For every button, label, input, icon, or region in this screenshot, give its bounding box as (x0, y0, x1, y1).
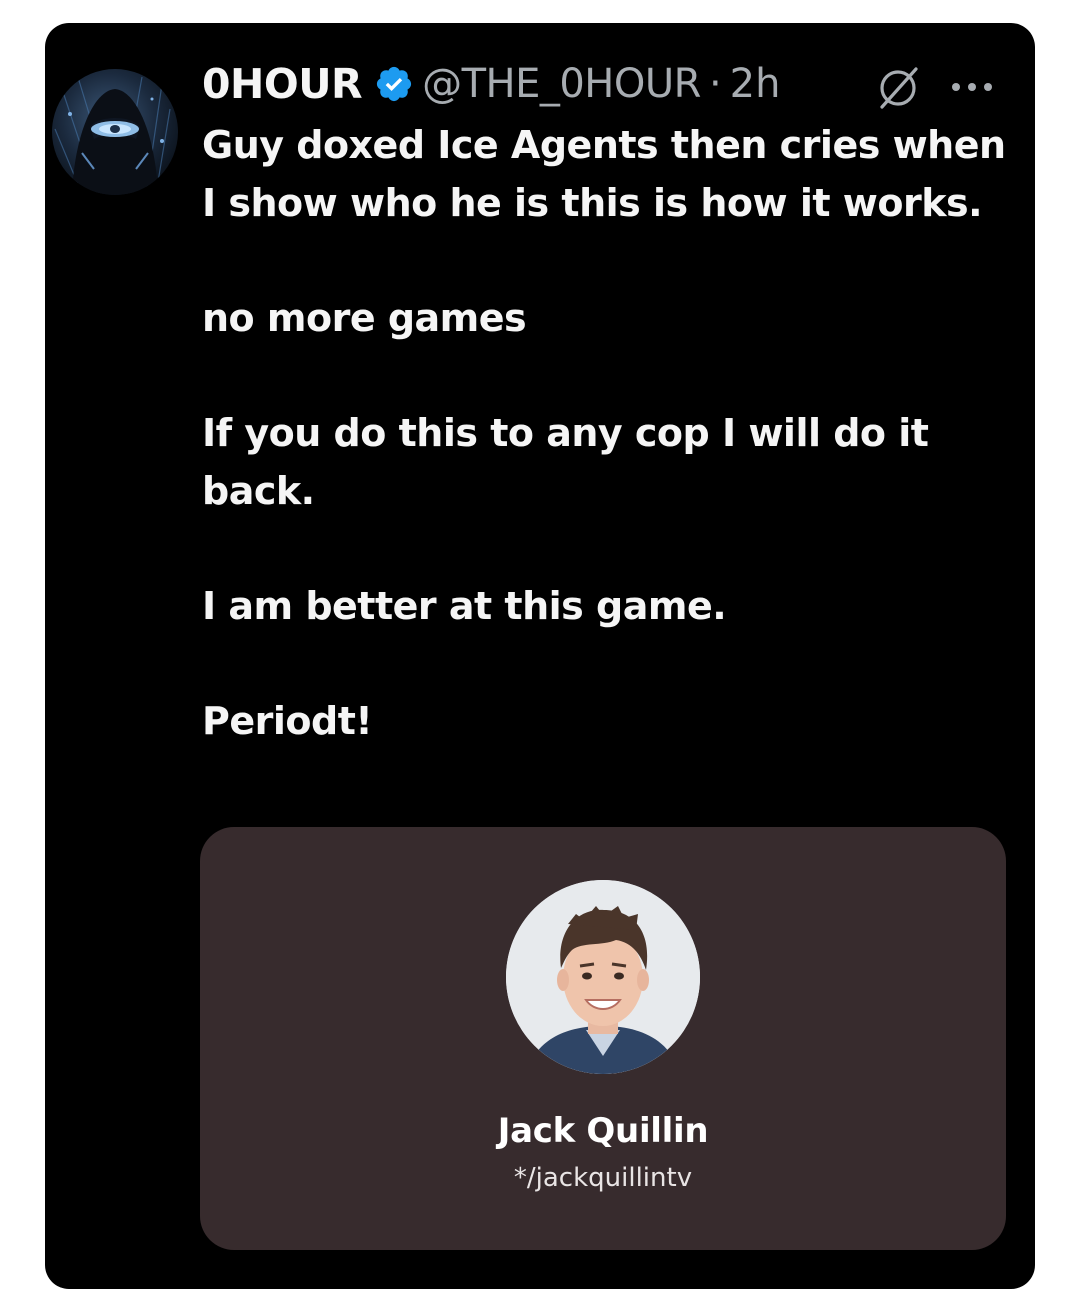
author-avatar[interactable] (52, 69, 178, 195)
tweet-paragraph: I am better at this game. (202, 584, 727, 628)
tweet-card: 0HOUR @THE_0HOUR · 2h Guy doxed Ice Agen… (45, 23, 1035, 1289)
hooded-figure-image (54, 73, 171, 195)
author-handle[interactable]: @THE_0HOUR (422, 61, 701, 107)
tweet-paragraph: If you do this to any cop I will do it b… (202, 411, 929, 513)
post-timestamp[interactable]: 2h (730, 61, 781, 107)
profile-photo (506, 880, 700, 1074)
grok-icon[interactable] (872, 64, 924, 110)
tweet-paragraph: Guy doxed Ice Agents then cries when I s… (202, 123, 1006, 225)
verified-badge-icon (374, 64, 414, 104)
author-display-name[interactable]: 0HOUR (202, 60, 363, 108)
separator-dot: · (708, 61, 722, 107)
profile-link[interactable]: */jackquillintv (200, 1163, 1006, 1193)
tweet-paragraph: no more games (202, 296, 527, 340)
more-options-icon[interactable] (942, 65, 1002, 109)
profile-name: Jack Quillin (497, 1111, 709, 1151)
tweet-header: 0HOUR @THE_0HOUR · 2h (202, 57, 1022, 111)
action-bar-edge (45, 1281, 1035, 1289)
tweet-paragraph: Periodt! (202, 699, 373, 743)
embedded-profile-card[interactable]: Jack Quillin */jackquillintv (200, 827, 1006, 1250)
tweet-text: Guy doxed Ice Agents then cries when I s… (202, 116, 1012, 750)
